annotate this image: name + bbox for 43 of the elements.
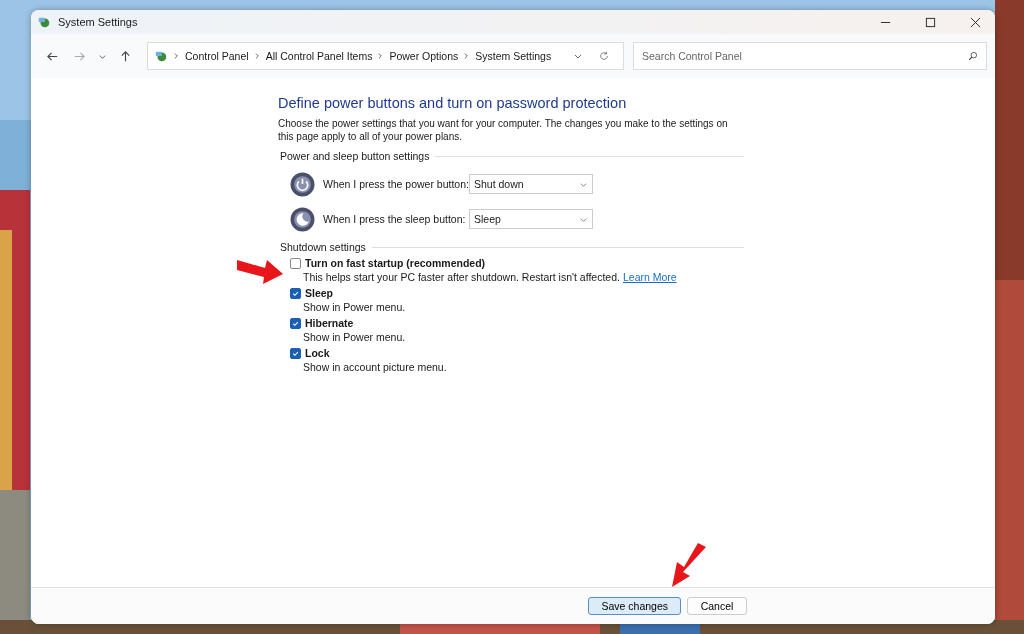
checkbox[interactable] xyxy=(290,257,301,269)
setting-label: When I press the power button: xyxy=(323,178,469,190)
chevron-right-icon xyxy=(378,52,384,60)
control-panel-icon xyxy=(154,49,168,63)
power-icon xyxy=(290,171,315,197)
search-field[interactable]: Search Control Panel xyxy=(633,42,987,70)
up-arrow-icon[interactable] xyxy=(119,49,132,63)
option-label[interactable]: Lock xyxy=(305,347,330,359)
option-label[interactable]: Hibernate xyxy=(305,317,354,329)
cancel-button[interactable]: Cancel xyxy=(687,597,747,615)
breadcrumb-item[interactable]: Control Panel xyxy=(185,50,249,62)
setting-label: When I press the sleep button: xyxy=(323,213,467,225)
search-icon xyxy=(968,51,978,61)
address-bar[interactable]: Control Panel All Control Panel Items Power Options System Settings xyxy=(147,42,624,70)
moon-icon xyxy=(290,206,315,232)
section-title: Power and sleep button settings xyxy=(280,150,430,162)
option-label[interactable]: Sleep xyxy=(305,287,333,299)
window-title: System Settings xyxy=(58,16,138,28)
maximize-icon[interactable] xyxy=(925,16,936,28)
checkbox[interactable] xyxy=(290,287,301,299)
breadcrumb-item[interactable]: Power Options xyxy=(389,50,459,62)
breadcrumb-item[interactable]: All Control Panel Items xyxy=(265,50,373,62)
dropdown[interactable]: Sleep xyxy=(469,209,593,229)
learn-more-link[interactable]: Learn More xyxy=(622,271,677,283)
option-label[interactable]: Turn on fast startup (recommended) xyxy=(305,257,486,269)
chevron-right-icon xyxy=(174,52,179,60)
checkbox[interactable] xyxy=(290,347,301,359)
close-icon[interactable] xyxy=(970,16,981,28)
section-title: Shutdown settings xyxy=(280,241,366,253)
refresh-icon[interactable] xyxy=(599,51,609,61)
dropdown[interactable]: Shut down xyxy=(469,174,593,194)
chevron-right-icon xyxy=(254,52,260,60)
option-description: Show in Power menu. xyxy=(303,331,406,343)
chevron-right-icon xyxy=(464,52,470,60)
option-description: Show in Power menu. xyxy=(303,301,406,313)
checkbox[interactable] xyxy=(290,317,301,329)
control-panel-icon xyxy=(37,15,51,29)
page-heading: Define power buttons and turn on password protection xyxy=(278,95,628,111)
option-description: Show in account picture menu. xyxy=(303,361,447,373)
save-button[interactable]: Save changes xyxy=(588,597,681,615)
option-description: This helps start your PC faster after shutdown. Restart isn't affected. xyxy=(303,271,620,283)
breadcrumb-item[interactable]: System Settings xyxy=(475,50,552,62)
intro-text: Choose the power settings that you want for your computer. The changes you make to the settings on this page apply to all of your power plans. xyxy=(278,117,729,143)
